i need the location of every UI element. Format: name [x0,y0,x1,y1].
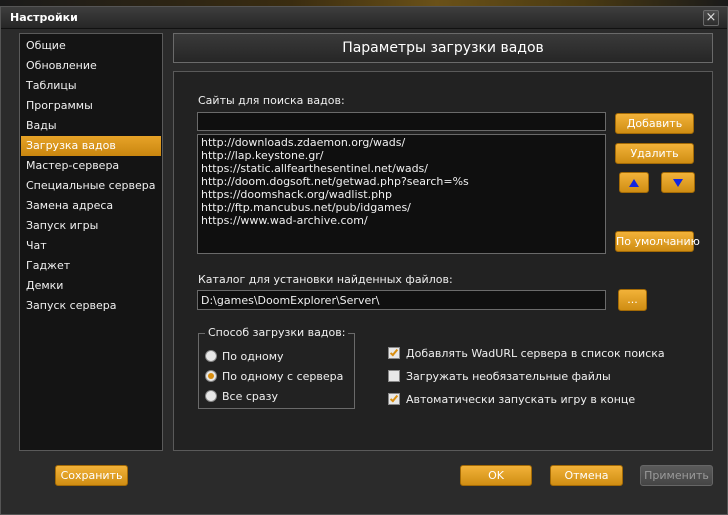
sidebar-item-server-launch[interactable]: Запуск сервера [21,296,161,316]
radio-all-at-once[interactable]: Все сразу [205,389,278,403]
checkbox-label: Добавлять WadURL сервера в список поиска [406,346,665,360]
sidebar-item-master-servers[interactable]: Мастер-сервера [21,156,161,176]
cancel-button[interactable]: Отмена [550,465,623,486]
settings-category-list[interactable]: Общие Обновление Таблицы Программы Вады … [19,33,163,451]
sidebar-item-address-replace[interactable]: Замена адреса [21,196,161,216]
radio-button[interactable] [205,350,217,362]
checkmark-icon [389,347,399,357]
radio-label: По одному с сервера [222,369,344,383]
apply-button[interactable]: Применить [640,465,713,486]
list-item[interactable]: http://doom.dogsoft.net/getwad.php?searc… [201,175,605,188]
radio-one-by-one[interactable]: По одному [205,349,284,363]
window-title: Настройки [10,11,78,24]
radio-button[interactable] [205,390,217,402]
install-dir-label: Каталог для установки найденных файлов: [198,273,453,286]
checkbox-auto-launch[interactable]: Автоматически запускать игру в конце [388,392,635,406]
sidebar-item-gadget[interactable]: Гаджет [21,256,161,276]
add-site-button[interactable]: Добавить [615,113,694,134]
title-bar[interactable]: Настройки × [1,7,727,29]
list-item[interactable]: http://ftp.mancubus.net/pub/idgames/ [201,201,605,214]
browse-button[interactable]: ... [618,289,647,311]
arrow-up-icon [629,179,639,187]
sites-label: Сайты для поиска вадов: [198,94,345,107]
sidebar-item-general[interactable]: Общие [21,36,161,56]
checkbox-label: Загружать необязательные файлы [406,369,611,383]
close-button[interactable]: × [703,10,719,26]
panel-header: Параметры загрузки вадов [173,33,713,63]
list-item[interactable]: https://static.allfearthesentinel.net/wa… [201,162,605,175]
checkbox-add-wadurl[interactable]: Добавлять WadURL сервера в список поиска [388,346,665,360]
sidebar-item-update[interactable]: Обновление [21,56,161,76]
checkbox[interactable] [388,347,400,359]
save-button[interactable]: Сохранить [55,465,128,486]
download-mode-group: Способ загрузки вадов: По одному По одно… [198,326,355,409]
arrow-down-icon [673,179,683,187]
ok-button[interactable]: OK [460,465,532,486]
site-url-input[interactable] [197,112,606,131]
radio-label: Все сразу [222,389,278,403]
restore-defaults-button[interactable]: По умолчанию [615,231,700,252]
list-item[interactable]: http://downloads.zdaemon.org/wads/ [201,136,605,149]
install-dir-input[interactable]: D:\games\DoomExplorer\Server\ [197,290,606,310]
sidebar-item-wads[interactable]: Вады [21,116,161,136]
install-dir-value: D:\games\DoomExplorer\Server\ [201,294,380,307]
radio-one-per-server[interactable]: По одному с сервера [205,369,343,383]
sidebar-item-demos[interactable]: Демки [21,276,161,296]
sites-list[interactable]: http://downloads.zdaemon.org/wads/ http:… [197,134,606,254]
move-up-button[interactable] [619,172,649,193]
sidebar-item-wad-download[interactable]: Загрузка вадов [21,136,161,156]
move-down-button[interactable] [661,172,695,193]
page-title: Параметры загрузки вадов [342,40,544,56]
checkbox[interactable] [388,393,400,405]
close-icon: × [705,10,717,25]
checkbox-label: Автоматически запускать игру в конце [406,392,636,406]
radio-label: По одному [222,349,284,363]
sidebar-item-special-servers[interactable]: Специальные сервера [21,176,161,196]
checkbox[interactable] [388,370,400,382]
checkbox-optional-files[interactable]: Загружать необязательные файлы [388,369,611,383]
list-item[interactable]: http://lap.keystone.gr/ [201,149,605,162]
sidebar-item-programs[interactable]: Программы [21,96,161,116]
radio-button-selected[interactable] [205,370,217,382]
sidebar-item-chat[interactable]: Чат [21,236,161,256]
sidebar-item-tables[interactable]: Таблицы [21,76,161,96]
list-item[interactable]: https://www.wad-archive.com/ [201,214,605,227]
radio-dot-icon [208,373,214,379]
download-mode-title: Способ загрузки вадов: [205,326,349,339]
list-item[interactable]: https://doomshack.org/wadlist.php [201,188,605,201]
sidebar-item-game-launch[interactable]: Запуск игры [21,216,161,236]
checkmark-icon [389,393,399,403]
remove-site-button[interactable]: Удалить [615,143,694,164]
